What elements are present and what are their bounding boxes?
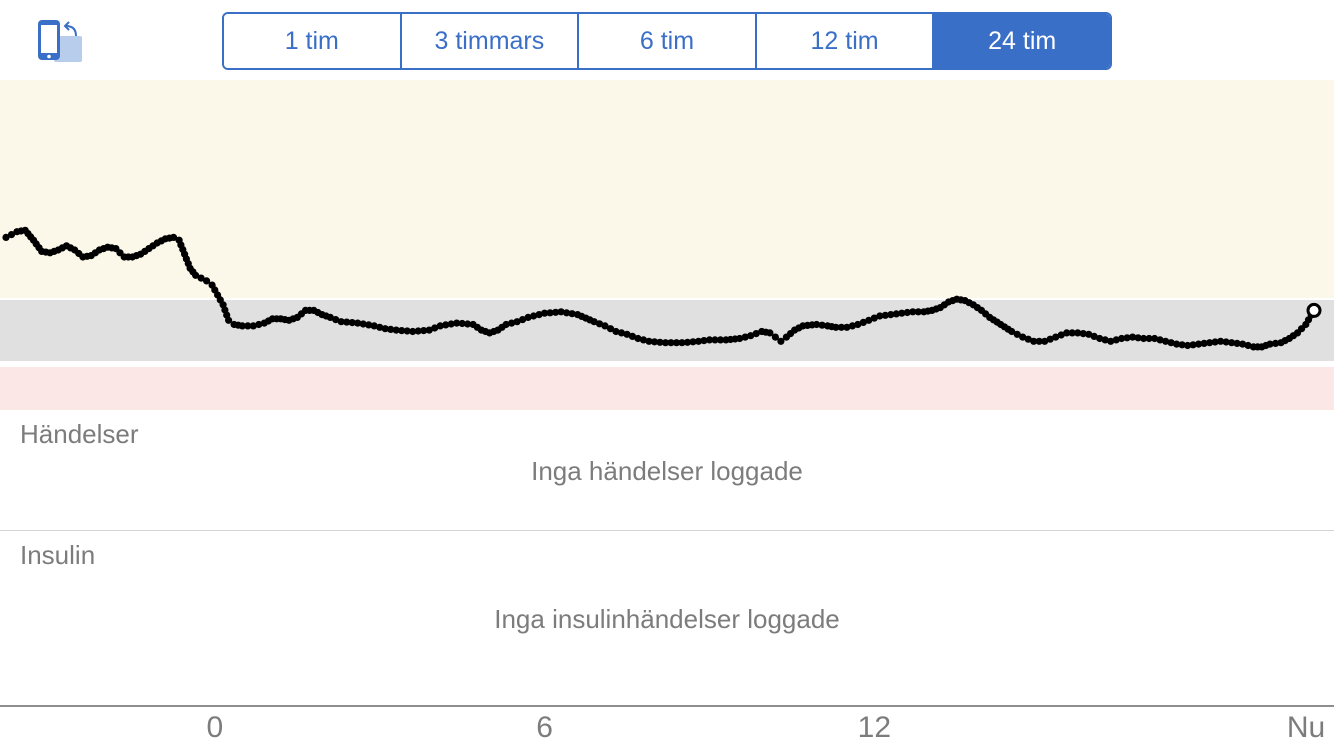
high-range-band <box>0 80 1334 298</box>
target-range-band <box>0 300 1334 361</box>
time-range-control: 1 tim 3 timmars 6 tim 12 tim 24 tim <box>222 12 1112 70</box>
range-3-timmars[interactable]: 3 timmars <box>401 14 580 68</box>
rotate-device-button[interactable] <box>30 14 90 66</box>
glucose-chart <box>0 80 1334 410</box>
low-range-band <box>0 367 1334 410</box>
range-24-tim[interactable]: 24 tim <box>934 14 1110 68</box>
time-axis-line <box>0 705 1334 707</box>
x-tick-label: 6 <box>536 711 553 744</box>
events-empty-message: Inga händelser loggade <box>531 456 803 486</box>
x-tick-label: 0 <box>206 711 224 744</box>
range-1-tim[interactable]: 1 tim <box>224 14 402 68</box>
x-tick-label: 12 <box>857 711 892 744</box>
events-title: Händelser <box>20 419 139 449</box>
rotate-device-icon <box>38 20 82 62</box>
range-6-tim[interactable]: 6 tim <box>579 14 757 68</box>
events-divider <box>0 530 1334 531</box>
current-reading-point[interactable] <box>1306 302 1322 318</box>
x-tick-label: Nu <box>1286 711 1326 744</box>
insulin-title: Insulin <box>20 540 96 570</box>
insulin-empty-message: Inga insulinhändelser loggade <box>494 604 840 634</box>
range-12-tim[interactable]: 12 tim <box>756 14 935 68</box>
